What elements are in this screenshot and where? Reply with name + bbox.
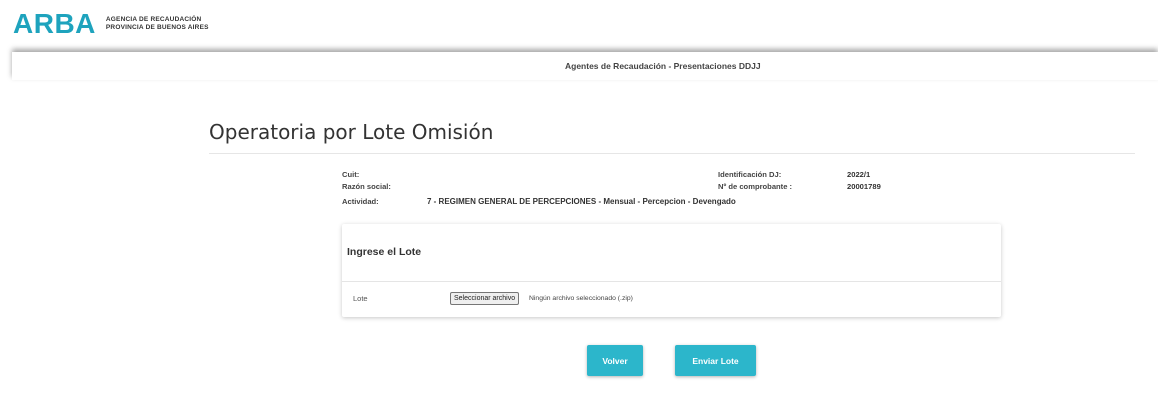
send-lote-button[interactable]: Enviar Lote (675, 345, 756, 376)
comprobante-value: 20001789 (847, 182, 881, 191)
logo-text: AGENCIA DE RECAUDACIÓN PROVINCIA DE BUEN… (106, 16, 209, 32)
lote-label: Lote (353, 294, 368, 303)
actividad-value: 7 - REGIMEN GENERAL DE PERCEPCIONES - Me… (427, 197, 736, 206)
select-file-button[interactable]: Seleccionar archivo (450, 292, 520, 305)
logo-line-2: PROVINCIA DE BUENOS AIRES (105, 24, 209, 31)
lote-panel: Ingrese el Lote Lote Seleccionar archivo… (342, 224, 1001, 317)
panel-title: Ingrese el Lote (347, 246, 422, 258)
title-divider (209, 153, 1135, 154)
logo-mark: ARBA (13, 8, 96, 39)
logo-line-1: AGENCIA DE RECAUDACIÓN (105, 16, 202, 23)
page-title: Operatoria por Lote Omisión (209, 120, 494, 144)
arba-logo: ARBA AGENCIA DE RECAUDACIÓN PROVINCIA DE… (13, 10, 209, 38)
comprobante-label: Nº de comprobante : (718, 182, 793, 191)
panel-divider (342, 281, 1001, 282)
back-button[interactable]: Volver (587, 345, 643, 376)
actividad-label: Actividad: (342, 197, 379, 206)
identificacion-dj-label: Identificación DJ: (718, 170, 782, 179)
razon-social-label: Razón social: (342, 182, 391, 191)
file-status: Ningún archivo seleccionado (.zip) (529, 295, 633, 302)
section-title: Agentes de Recaudación - Presentaciones … (565, 61, 761, 71)
cuit-label: Cuit: (342, 170, 360, 179)
identificacion-dj-value: 2022/1 (847, 170, 871, 179)
